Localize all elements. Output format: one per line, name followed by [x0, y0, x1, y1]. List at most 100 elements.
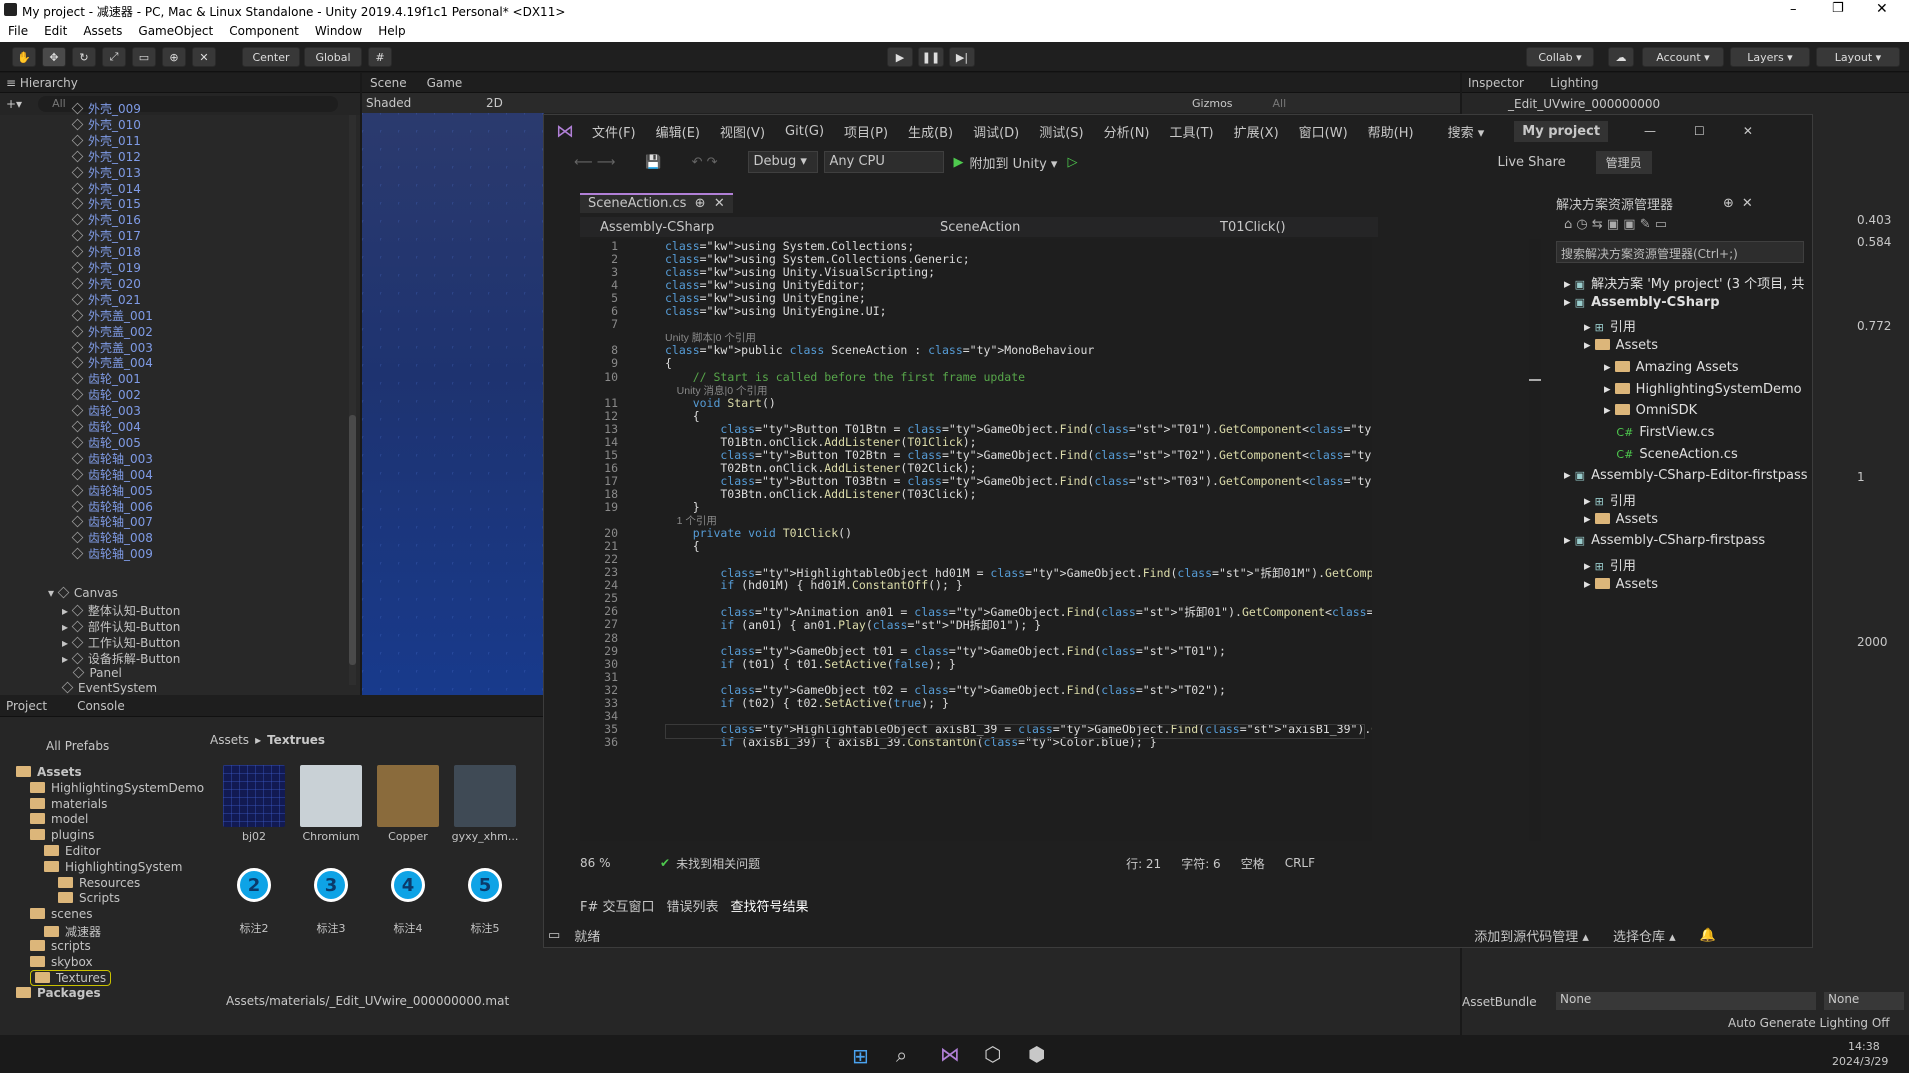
search-icon[interactable]: ⌕: [896, 1043, 907, 1067]
project-tree-item[interactable]: Editor: [44, 844, 101, 858]
hierarchy-item[interactable]: 外壳_021: [71, 291, 141, 308]
hierarchy-item[interactable]: ▸ 部件认知-Button: [62, 618, 180, 635]
vs-eol[interactable]: CRLF: [1285, 856, 1315, 870]
hierarchy-item[interactable]: 齿轮轴_005: [71, 482, 153, 499]
hand-tool-icon[interactable]: ✋: [12, 47, 36, 67]
gizmos-dropdown[interactable]: Gizmos: [1192, 97, 1233, 110]
all-prefabs-item[interactable]: All Prefabs: [46, 739, 109, 753]
vs-config-dropdown[interactable]: Debug ▾: [747, 151, 818, 173]
vs-code-editor[interactable]: 1 class="kw">using System.Collections; 2 cl…: [580, 239, 1372, 841]
vs-close-icon[interactable]: ✕: [1743, 124, 1753, 138]
texture-thumb-chromium[interactable]: [300, 765, 362, 827]
solution-item[interactable]: ▸ ⊞ 引用: [1584, 490, 1636, 509]
account-dropdown[interactable]: Account ▾: [1642, 47, 1724, 67]
menu-window[interactable]: Window: [315, 24, 362, 38]
hierarchy-item[interactable]: 外壳_019: [71, 259, 141, 276]
hierarchy-item[interactable]: 齿轮_003: [71, 402, 141, 419]
project-tree-item[interactable]: materials: [30, 797, 107, 811]
hierarchy-item[interactable]: ▸ 设备拆解-Button: [62, 650, 180, 667]
badge-icon-2[interactable]: 2: [237, 868, 271, 902]
hierarchy-tab[interactable]: Hierarchy: [20, 76, 78, 90]
hierarchy-item[interactable]: 齿轮_001: [71, 370, 141, 387]
hierarchy-item[interactable]: 外壳盖_002: [71, 323, 153, 340]
hierarchy-item[interactable]: 外壳_012: [71, 148, 141, 165]
solution-item[interactable]: ▸ ▣ 解决方案 'My project' (3 个项目, 共: [1564, 273, 1804, 292]
solution-item[interactable]: C# SceneAction.cs: [1604, 447, 1737, 462]
step-button[interactable]: ▶|: [949, 47, 975, 67]
hierarchy-item[interactable]: ▸ 整体认知-Button: [62, 602, 180, 619]
project-tree-item[interactable]: scenes: [30, 907, 92, 921]
solution-item[interactable]: C# FirstView.cs: [1604, 425, 1714, 440]
solution-search-input[interactable]: 搜索解决方案资源管理器(Ctrl+;): [1556, 241, 1804, 263]
vs-menu-item[interactable]: 窗口(W): [1299, 122, 1348, 141]
project-tree-item[interactable]: skybox: [30, 955, 93, 969]
vs-save-icon[interactable]: 💾: [645, 155, 661, 170]
hierarchy-item[interactable]: 外壳_010: [71, 116, 141, 133]
hierarchy-scrollbar[interactable]: [349, 115, 356, 685]
vs-menu-item[interactable]: 项目(P): [844, 122, 888, 141]
pin-icon[interactable]: ⊕: [1723, 196, 1734, 211]
badge-icon-3[interactable]: 3: [314, 868, 348, 902]
vs-menu-item[interactable]: 生成(B): [908, 122, 953, 141]
texture-thumb-copper[interactable]: [377, 765, 439, 827]
windows-start-icon[interactable]: ⊞: [852, 1044, 869, 1068]
menu-gameobject[interactable]: GameObject: [138, 24, 213, 38]
move-tool-icon[interactable]: ✥: [42, 47, 66, 67]
vs-menu-item[interactable]: 编辑(E): [656, 122, 700, 141]
vs-menu-item[interactable]: 视图(V): [720, 122, 765, 141]
inspector-tab[interactable]: Inspector: [1468, 76, 1524, 90]
inspector-value-3[interactable]: 0.772: [1857, 319, 1891, 333]
unity-icon[interactable]: ⬢: [1028, 1042, 1045, 1066]
vs-repo-button[interactable]: 选择仓库 ▴: [1613, 926, 1676, 945]
vs-run-icon[interactable]: ▶: [954, 155, 964, 170]
project-tree-item[interactable]: model: [30, 812, 88, 826]
hierarchy-item[interactable]: 齿轮_004: [71, 418, 141, 435]
vs-undo-icon[interactable]: ↶ ↷: [692, 155, 718, 170]
grid-snap-icon[interactable]: #: [368, 47, 392, 67]
project-tree-item[interactable]: 减速器: [44, 923, 101, 940]
hierarchy-item[interactable]: 外壳_016: [71, 211, 141, 228]
hierarchy-item[interactable]: 齿轮轴_007: [71, 513, 153, 530]
vs-editor-scrollbar[interactable]: [1529, 239, 1541, 841]
console-tab[interactable]: Console: [77, 699, 125, 713]
menu-edit[interactable]: Edit: [44, 24, 67, 38]
hierarchy-item[interactable]: 外壳_017: [71, 227, 141, 244]
collab-button[interactable]: Collab ▾: [1526, 47, 1594, 67]
badge-icon-4[interactable]: 4: [391, 868, 425, 902]
hierarchy-item[interactable]: 外壳_011: [71, 132, 141, 149]
minimize-icon[interactable]: –: [1790, 2, 1797, 17]
vs-bottom-tab-errors[interactable]: 错误列表: [667, 896, 719, 915]
project-tree-item[interactable]: Assets: [16, 765, 82, 779]
hierarchy-item[interactable]: 齿轮轴_009: [71, 545, 153, 562]
vs-minimize-icon[interactable]: —: [1644, 124, 1656, 138]
vs-menu-item[interactable]: 扩展(X): [1234, 122, 1279, 141]
gizmo-search[interactable]: All: [1273, 97, 1287, 110]
rotate-tool-icon[interactable]: ↻: [72, 47, 96, 67]
vs-search[interactable]: 搜索 ▾: [1448, 122, 1485, 141]
vs-file-tab[interactable]: SceneAction.cs ⊕ ✕: [580, 193, 733, 213]
assetbundle-variant-dropdown[interactable]: None: [1824, 992, 1904, 1010]
lighting-tab[interactable]: Lighting: [1550, 76, 1599, 90]
vs-nav-assembly[interactable]: Assembly-CSharp: [600, 220, 920, 235]
vs-nav-back-icon[interactable]: ⟵ ⟶: [574, 155, 615, 170]
vs-nav-method[interactable]: T01Click(): [1220, 220, 1286, 235]
project-tree-item[interactable]: Textures: [30, 970, 112, 987]
pause-button[interactable]: ❚❚: [918, 47, 944, 67]
hierarchy-item[interactable]: 外壳_009: [71, 100, 141, 117]
assetbundle-dropdown[interactable]: None: [1556, 992, 1816, 1010]
add-icon[interactable]: +▾: [6, 97, 22, 111]
menu-component[interactable]: Component: [229, 24, 299, 38]
vs-menu-item[interactable]: Git(G): [785, 124, 824, 139]
inspector-value-4[interactable]: 1: [1857, 470, 1865, 484]
layout-dropdown[interactable]: Layout ▾: [1816, 47, 1900, 67]
pivot-center-button[interactable]: Center: [242, 47, 300, 67]
maximize-icon[interactable]: ❐: [1832, 1, 1844, 16]
play-button[interactable]: ▶: [887, 47, 913, 67]
hierarchy-item[interactable]: 外壳_018: [71, 243, 141, 260]
project-tree-item[interactable]: scripts: [30, 939, 91, 953]
cloud-icon[interactable]: ☁: [1608, 47, 1634, 67]
pivot-global-button[interactable]: Global: [304, 47, 362, 67]
hierarchy-item[interactable]: 齿轮_002: [71, 386, 141, 403]
scene-tab[interactable]: Scene: [370, 76, 407, 90]
solution-close-icon[interactable]: ✕: [1742, 196, 1753, 211]
